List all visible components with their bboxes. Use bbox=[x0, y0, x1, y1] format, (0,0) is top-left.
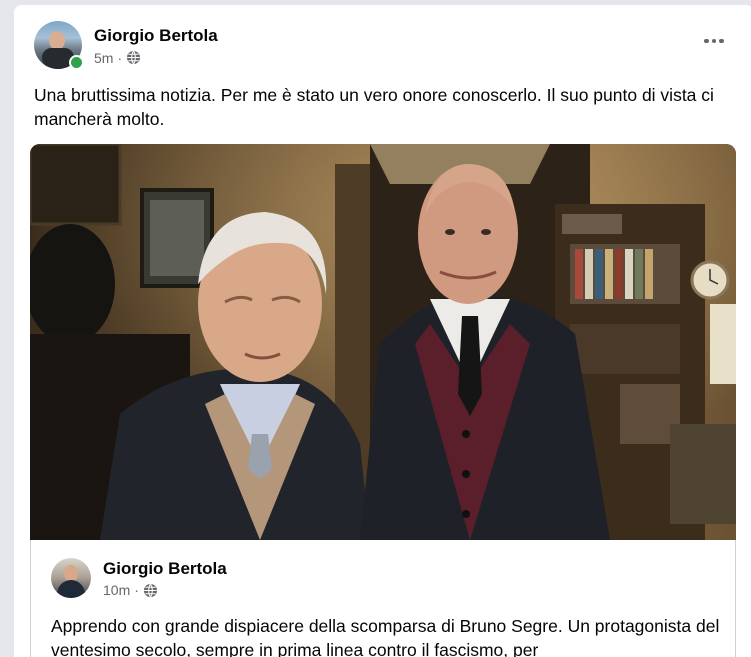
post-card: Giorgio Bertola 5m · Una bruttissima not… bbox=[14, 5, 751, 657]
post-text: Una bruttissima notizia. Per me è stato … bbox=[34, 85, 714, 129]
online-status-indicator bbox=[69, 55, 84, 70]
photo-illustration bbox=[30, 144, 736, 540]
author-name[interactable]: Giorgio Bertola bbox=[94, 25, 218, 46]
meta-separator: · bbox=[117, 49, 123, 66]
shared-photo[interactable] bbox=[30, 144, 736, 540]
shared-post-header: Giorgio Bertola 10m · bbox=[51, 558, 227, 598]
shared-post-card[interactable]: Giorgio Bertola 10m · Apprendo con grand… bbox=[30, 540, 736, 657]
shared-author-avatar[interactable] bbox=[51, 558, 91, 598]
post-timestamp[interactable]: 5m bbox=[94, 50, 113, 66]
globe-icon[interactable] bbox=[126, 50, 141, 65]
shared-post-timestamp[interactable]: 10m bbox=[103, 582, 130, 598]
more-options-button[interactable] bbox=[700, 27, 728, 55]
post-header: Giorgio Bertola 5m · bbox=[34, 21, 218, 70]
shared-author-name[interactable]: Giorgio Bertola bbox=[103, 558, 227, 579]
shared-post-text: Apprendo con grande dispiacere della sco… bbox=[51, 616, 720, 657]
more-horizontal-icon bbox=[704, 38, 709, 44]
author-avatar[interactable] bbox=[34, 21, 84, 70]
meta-separator: · bbox=[134, 582, 139, 598]
globe-icon[interactable] bbox=[143, 583, 158, 598]
